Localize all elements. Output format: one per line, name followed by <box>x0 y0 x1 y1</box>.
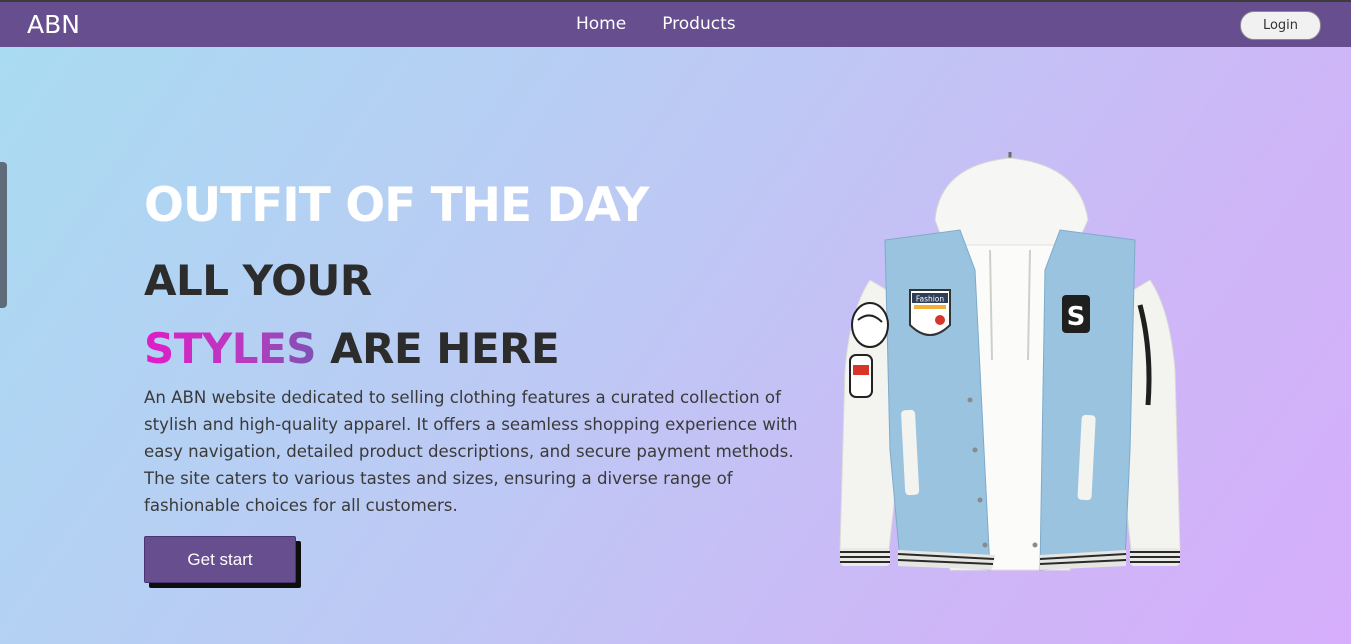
jacket-illustration: Fashion S <box>839 152 1181 571</box>
hero-heading-accent: STYLES <box>144 324 317 373</box>
fashion-patch-text: Fashion <box>916 295 945 304</box>
get-start-button[interactable]: Get start <box>144 536 296 583</box>
letter-s-patch: S <box>1067 302 1086 332</box>
nav-link-home[interactable]: Home <box>576 14 626 34</box>
hero-heading-rest: ARE HERE <box>316 324 560 373</box>
nav-link-products[interactable]: Products <box>662 14 735 34</box>
hero-heading-line-2: STYLES ARE HERE <box>144 324 560 373</box>
navbar: ABN Home Products Login <box>0 2 1351 47</box>
hero-heading-line-1: ALL YOUR <box>144 256 372 305</box>
hero-description: An ABN website dedicated to selling clot… <box>144 388 798 515</box>
nav-links: Home Products <box>576 14 736 34</box>
product-image-jacket: Fashion S <box>830 150 1190 585</box>
brand-logo[interactable]: ABN <box>27 10 80 39</box>
login-button[interactable]: Login <box>1240 11 1321 40</box>
hero-kicker: OUTFIT OF THE DAY <box>144 178 649 233</box>
side-drawer-handle[interactable] <box>0 162 7 308</box>
